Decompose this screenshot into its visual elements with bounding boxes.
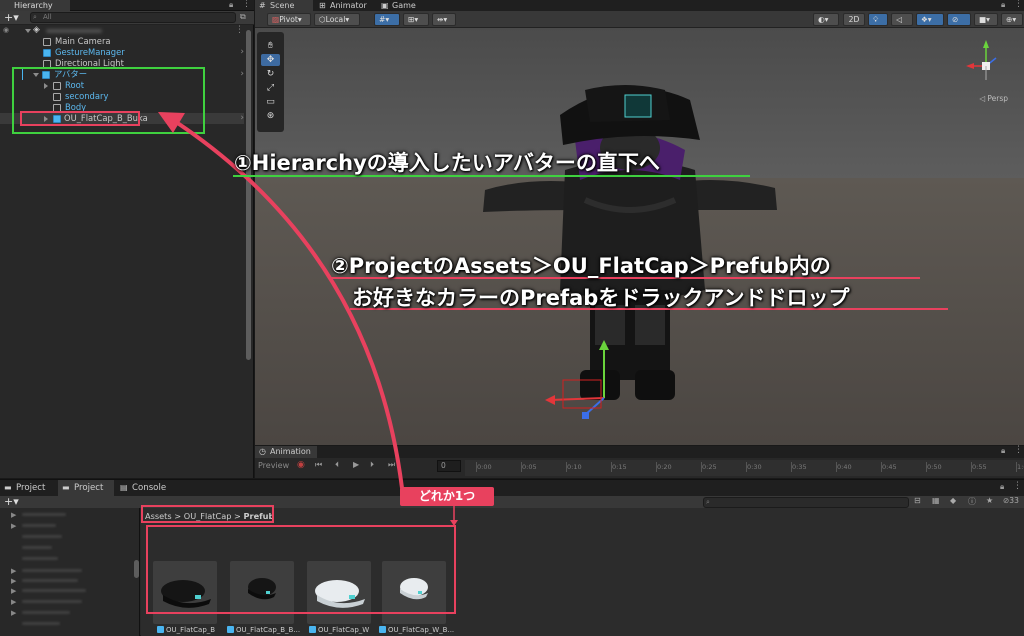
annotation-step1: ①Hierarchyの導入したいアバターの直下へ xyxy=(234,151,660,175)
annotation-step2-line1: ②ProjectのAssets＞OU_FlatCap＞Prefub内の xyxy=(331,254,831,278)
annotation-pick-one: どれか1つ xyxy=(400,487,494,506)
annotation-step2-line2: お好きなカラーのPrefabをドラックアンドドロップ xyxy=(352,286,850,310)
pick-one-label: どれか1つ xyxy=(418,489,476,503)
drag-arrowhead xyxy=(158,112,185,133)
pointer-arrowhead xyxy=(450,520,458,526)
annotation-arrows xyxy=(158,112,948,526)
